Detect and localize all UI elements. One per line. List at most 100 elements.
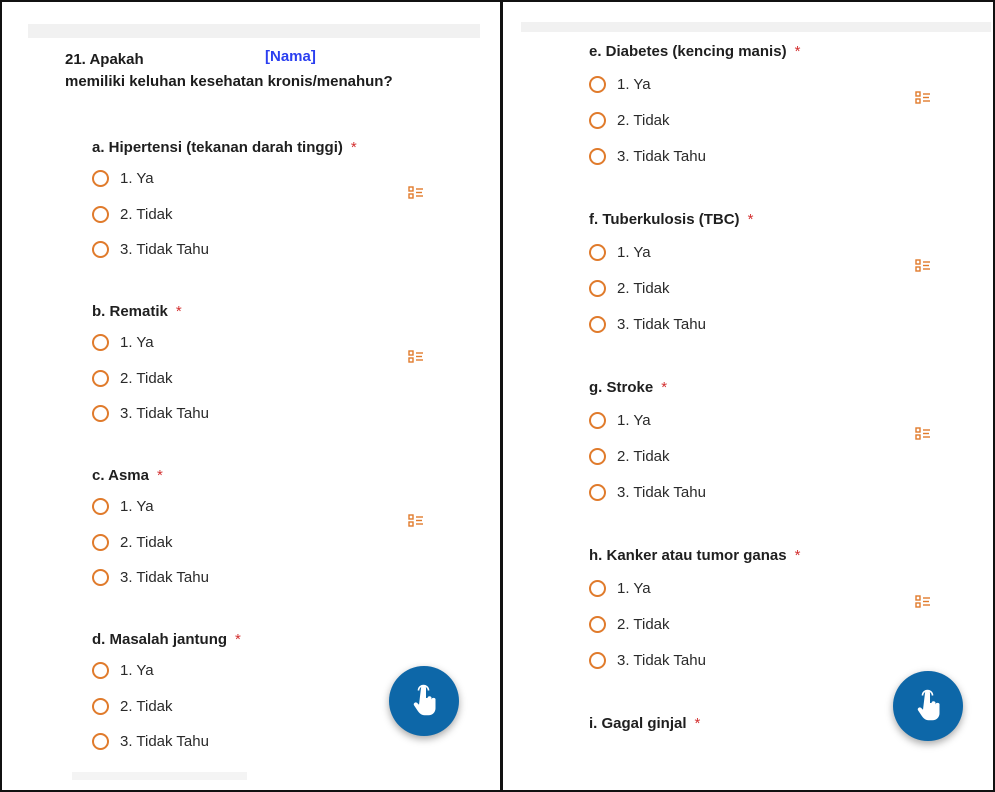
radio-button[interactable]: [589, 579, 606, 597]
touch-hand-icon: [917, 689, 940, 721]
radio-button[interactable]: [589, 483, 606, 501]
radio-button[interactable]: [92, 533, 109, 551]
section-gagal-ginjal: i. Gagal ginjal *: [589, 714, 700, 734]
list-choice-icon[interactable]: [408, 186, 424, 200]
radio-button[interactable]: [589, 279, 606, 297]
radio-button[interactable]: [92, 732, 109, 750]
required-star: *: [661, 379, 668, 396]
section-hipertensi: a. Hipertensi (tekanan darah tinggi) * 1.…: [92, 138, 357, 258]
option-tidak[interactable]: 2. Tidak: [92, 366, 173, 390]
section-rematik: b. Rematik * 1. Ya 2. Tidak 3. Tidak Tahu: [92, 302, 209, 422]
floating-action-button[interactable]: [893, 671, 963, 741]
list-choice-icon[interactable]: [915, 427, 931, 441]
section-title: i. Gagal ginjal: [589, 715, 687, 732]
question-header: 21. Apakah [Nama] memiliki keluhan keseh…: [65, 48, 393, 93]
option-label: 2. Tidak: [617, 447, 670, 465]
list-choice-icon[interactable]: [408, 350, 424, 364]
radio-button[interactable]: [92, 369, 109, 387]
floating-action-button[interactable]: [389, 666, 459, 736]
option-tidak-tahu[interactable]: 3. Tidak Tahu: [92, 401, 209, 425]
option-ya[interactable]: 1. Ya: [92, 494, 154, 518]
option-ya[interactable]: 1. Ya: [92, 166, 154, 190]
radio-button[interactable]: [92, 568, 109, 586]
section-asma: c. Asma * 1. Ya 2. Tidak 3. Tidak Tahu: [92, 466, 209, 586]
section-tuberkulosis: f. Tuberkulosis (TBC) * 1. Ya 2. Tidak 3.…: [589, 210, 754, 333]
section-diabetes: e. Diabetes (kencing manis) * 1. Ya 2. Ti…: [589, 42, 801, 165]
option-tidak-tahu[interactable]: 3. Tidak Tahu: [589, 312, 706, 336]
option-label: 1. Ya: [120, 333, 154, 351]
option-ya[interactable]: 1. Ya: [92, 330, 154, 354]
radio-button[interactable]: [92, 697, 109, 715]
section-title: a. Hipertensi (tekanan darah tinggi): [92, 139, 343, 156]
option-tidak-tahu[interactable]: 3. Tidak Tahu: [92, 565, 209, 589]
top-bar: [28, 24, 480, 38]
option-label: 3. Tidak Tahu: [617, 315, 706, 333]
option-tidak[interactable]: 2. Tidak: [92, 530, 173, 554]
option-label: 1. Ya: [617, 411, 651, 429]
touch-hand-icon: [413, 684, 436, 716]
option-tidak[interactable]: 2. Tidak: [589, 444, 670, 468]
section-stroke: g. Stroke * 1. Ya 2. Tidak 3. Tidak Tahu: [589, 378, 706, 501]
option-label: 1. Ya: [120, 661, 154, 679]
option-ya[interactable]: 1. Ya: [589, 72, 651, 96]
radio-button[interactable]: [92, 497, 109, 515]
option-label: 1. Ya: [617, 579, 651, 597]
radio-button[interactable]: [589, 75, 606, 93]
section-title: e. Diabetes (kencing manis): [589, 43, 787, 60]
option-label: 3. Tidak Tahu: [120, 568, 209, 586]
section-title: b. Rematik: [92, 303, 168, 320]
name-placeholder: [Nama]: [265, 48, 316, 65]
option-tidak-tahu[interactable]: 3. Tidak Tahu: [589, 648, 706, 672]
required-star: *: [235, 631, 241, 648]
radio-button[interactable]: [589, 447, 606, 465]
option-tidak-tahu[interactable]: 3. Tidak Tahu: [589, 144, 706, 168]
list-choice-icon[interactable]: [915, 259, 931, 273]
radio-button[interactable]: [589, 315, 606, 333]
left-form-panel: 21. Apakah [Nama] memiliki keluhan keseh…: [2, 0, 500, 792]
required-star: *: [794, 547, 801, 564]
option-ya[interactable]: 1. Ya: [92, 658, 154, 682]
section-title: g. Stroke: [589, 379, 654, 396]
option-tidak[interactable]: 2. Tidak: [589, 612, 670, 636]
required-star: *: [747, 211, 754, 228]
option-ya[interactable]: 1. Ya: [589, 240, 651, 264]
option-label: 3. Tidak Tahu: [120, 732, 209, 750]
option-tidak[interactable]: 2. Tidak: [92, 694, 173, 718]
question-text: memiliki keluhan kesehatan kronis/menahu…: [65, 73, 393, 90]
section-title: c. Asma: [92, 467, 149, 484]
option-label: 2. Tidak: [120, 697, 173, 715]
option-label: 1. Ya: [617, 75, 651, 93]
list-choice-icon[interactable]: [915, 91, 931, 105]
option-ya[interactable]: 1. Ya: [589, 576, 651, 600]
section-kanker: h. Kanker atau tumor ganas * 1. Ya 2. Tid…: [589, 546, 801, 669]
radio-button[interactable]: [589, 243, 606, 261]
section-title: d. Masalah jantung: [92, 631, 228, 648]
option-ya[interactable]: 1. Ya: [589, 408, 651, 432]
radio-button[interactable]: [92, 169, 109, 187]
radio-button[interactable]: [92, 661, 109, 679]
radio-button[interactable]: [589, 615, 606, 633]
section-title: f. Tuberkulosis (TBC): [589, 211, 740, 228]
option-tidak[interactable]: 2. Tidak: [92, 202, 173, 226]
list-choice-icon[interactable]: [408, 514, 424, 528]
radio-button[interactable]: [92, 333, 109, 351]
option-tidak-tahu[interactable]: 3. Tidak Tahu: [92, 237, 209, 261]
radio-button[interactable]: [589, 651, 606, 669]
radio-button[interactable]: [589, 411, 606, 429]
radio-button[interactable]: [589, 111, 606, 129]
option-label: 2. Tidak: [617, 111, 670, 129]
option-tidak-tahu[interactable]: 3. Tidak Tahu: [589, 480, 706, 504]
list-choice-icon[interactable]: [915, 595, 931, 609]
question-number: 21. Apakah: [65, 51, 144, 68]
required-star: *: [175, 303, 182, 320]
option-label: 2. Tidak: [617, 279, 670, 297]
radio-button[interactable]: [92, 205, 109, 223]
required-star: *: [794, 43, 801, 60]
option-tidak-tahu[interactable]: 3. Tidak Tahu: [92, 729, 209, 753]
option-label: 2. Tidak: [120, 369, 173, 387]
radio-button[interactable]: [92, 404, 109, 422]
option-tidak[interactable]: 2. Tidak: [589, 276, 670, 300]
option-tidak[interactable]: 2. Tidak: [589, 108, 670, 132]
radio-button[interactable]: [92, 240, 109, 258]
radio-button[interactable]: [589, 147, 606, 165]
